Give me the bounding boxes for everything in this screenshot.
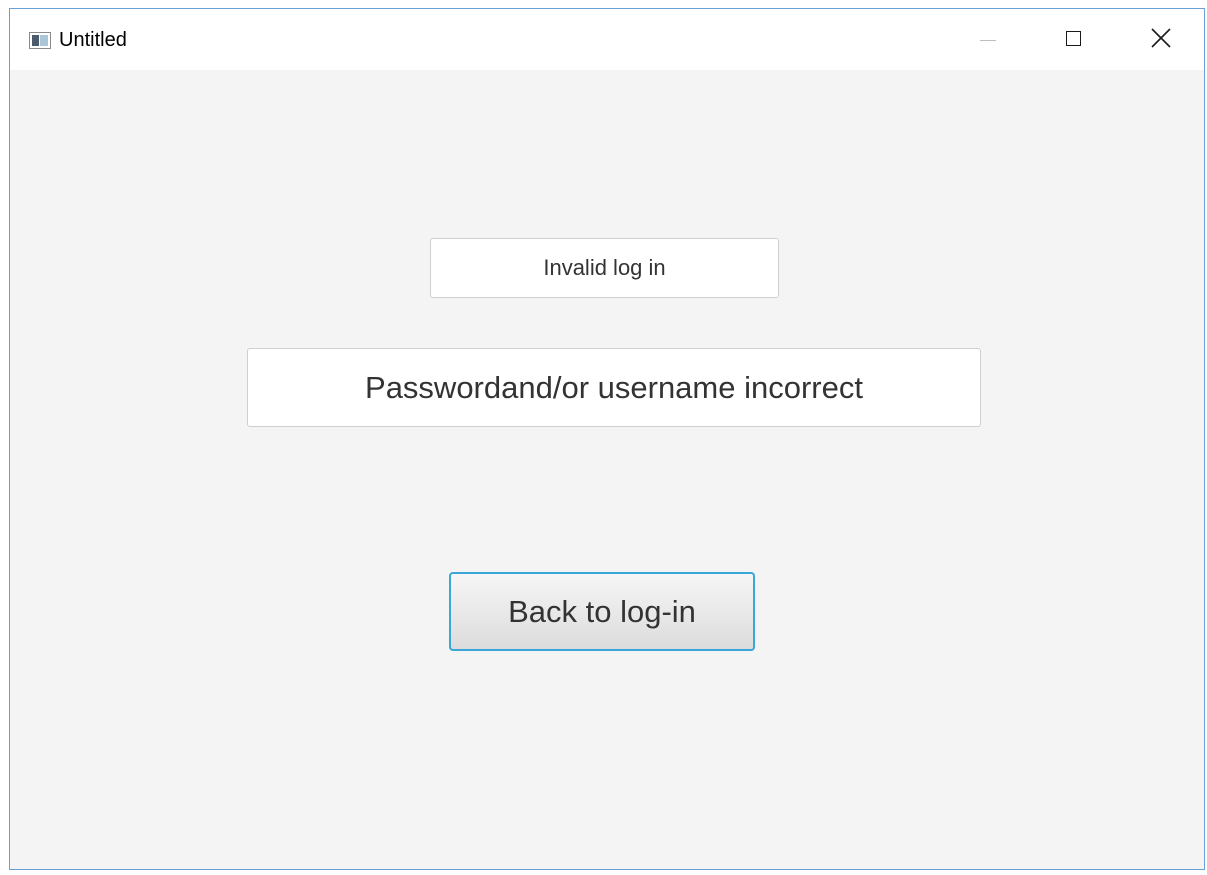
close-icon bbox=[1151, 28, 1171, 48]
minimize-button[interactable] bbox=[946, 9, 1026, 70]
maximize-icon bbox=[1066, 31, 1081, 46]
back-to-login-label: Back to log-in bbox=[508, 593, 696, 629]
back-to-login-button[interactable]: Back to log-in bbox=[449, 572, 755, 651]
maximize-button[interactable] bbox=[1040, 9, 1120, 70]
title-bar[interactable]: Untitled bbox=[10, 9, 1204, 70]
window-content: Invalid log in Passwordand/or username i… bbox=[10, 70, 1204, 869]
status-label-text: Invalid log in bbox=[543, 255, 666, 280]
status-label-field: Invalid log in bbox=[430, 238, 779, 298]
error-message-field: Passwordand/or username incorrect bbox=[247, 348, 981, 427]
app-icon bbox=[29, 32, 51, 49]
minimize-icon bbox=[980, 40, 996, 41]
error-message-text: Passwordand/or username incorrect bbox=[365, 369, 863, 405]
app-window: Untitled Invalid log in Passwordand/or u… bbox=[9, 8, 1205, 870]
window-title: Untitled bbox=[59, 29, 127, 51]
close-button[interactable] bbox=[1123, 9, 1203, 70]
